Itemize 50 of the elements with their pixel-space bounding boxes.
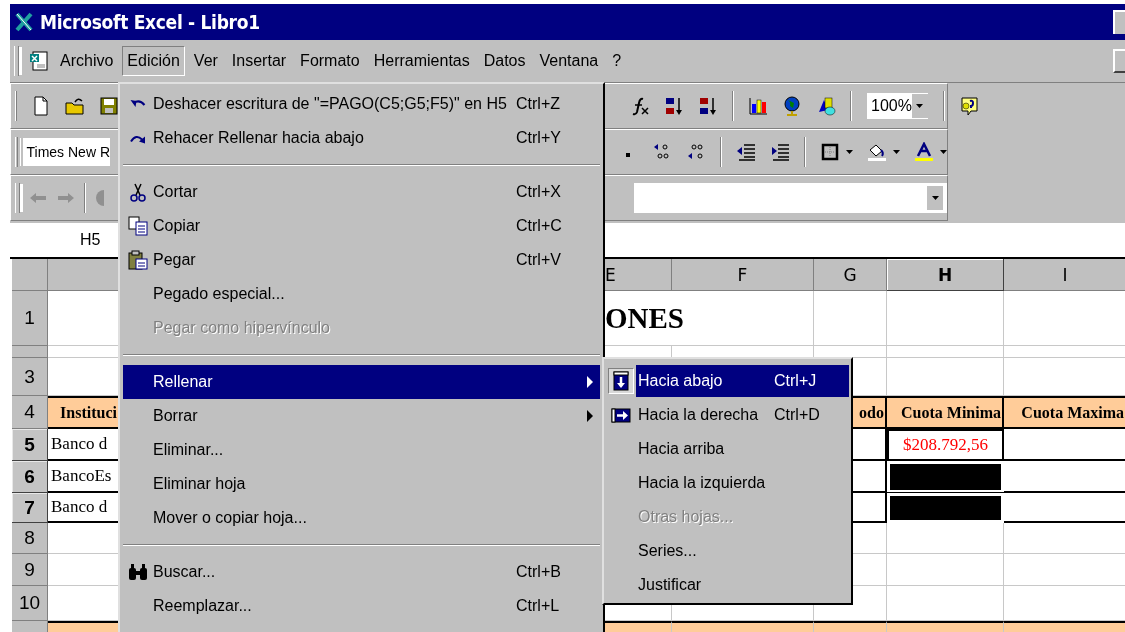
menu-item[interactable]: Hacia arriba [636,433,849,465]
table-cell: Instituci [48,396,120,429]
table-cell: Cuota Minima [887,396,1004,429]
row-header[interactable]: 10 [12,586,48,621]
menu-item[interactable]: Datos [478,46,531,76]
row-header[interactable]: 3 [12,358,48,396]
menu-item[interactable]: Hacia la izquierda [636,467,849,499]
menu-item[interactable]: Herramientas [368,46,475,76]
menu-item[interactable]: Insertar [226,46,292,76]
window-title: Microsoft Excel - Libro1 [40,11,260,33]
row-header[interactable]: 6 [12,461,48,493]
row-header[interactable]: 5 [12,429,48,461]
menu-item[interactable]: Rellenar [123,365,600,399]
menu-item[interactable]: Eliminar hoja [123,467,600,501]
sheet-title: ONES [605,291,814,346]
menu-item[interactable]: Copiar Ctrl+C [123,209,600,243]
menu-item[interactable]: Pegado especial... [123,277,600,311]
menu-item[interactable]: Ver [188,46,223,76]
column-header[interactable]: F [672,259,814,291]
table-cell: Cuota Maxima [1004,396,1125,429]
row-header[interactable]: 8 [12,523,48,554]
menu-item[interactable]: Rehacer Rellenar hacia abajo Ctrl+Y [123,121,600,155]
menu-item[interactable]: ? [607,46,627,76]
menu-item[interactable]: Justificar [636,569,849,601]
table-cell: $208.792,56 [887,429,1004,461]
name-box[interactable]: H5 [10,223,118,257]
column-header[interactable]: H [887,259,1004,291]
column-header[interactable]: G [814,259,887,291]
menu-item[interactable]: Archivo [55,46,119,76]
menu-item[interactable]: Borrar [123,399,600,433]
menu-item[interactable]: Eliminar... [123,433,600,467]
row-header[interactable]: 4 [12,396,48,429]
menu-item[interactable]: Formato [295,46,365,76]
row-header[interactable]: 9 [12,554,48,586]
menu-item[interactable]: Series... [636,535,849,567]
menu-item[interactable]: Mover o copiar hoja... [123,501,600,535]
font-dropdown[interactable]: Times New R [22,138,110,166]
column-header[interactable]: I [1004,259,1125,291]
row-header[interactable]: 7 [12,493,48,523]
menu-item[interactable]: Hacia abajo Ctrl+J [636,365,849,397]
menu-item[interactable]: Pegar Ctrl+V [123,243,600,277]
menu-item[interactable]: Deshacer escritura de "=PAGO(C5;G5;F5)" en H5 Ctrl+Z [123,87,600,121]
menu-item[interactable]: Edición [122,46,185,76]
row-header[interactable]: 1 [12,291,48,346]
menu-item[interactable]: Cortar Ctrl+X [123,175,600,209]
zoom-dropdown[interactable]: 100% [866,92,929,120]
menu-item[interactable]: Buscar... Ctrl+B [123,555,600,589]
menu-item[interactable]: Ventana [534,46,604,76]
menu-item[interactable]: Reemplazar... Ctrl+L [123,589,600,623]
column-header[interactable]: E [605,259,672,291]
